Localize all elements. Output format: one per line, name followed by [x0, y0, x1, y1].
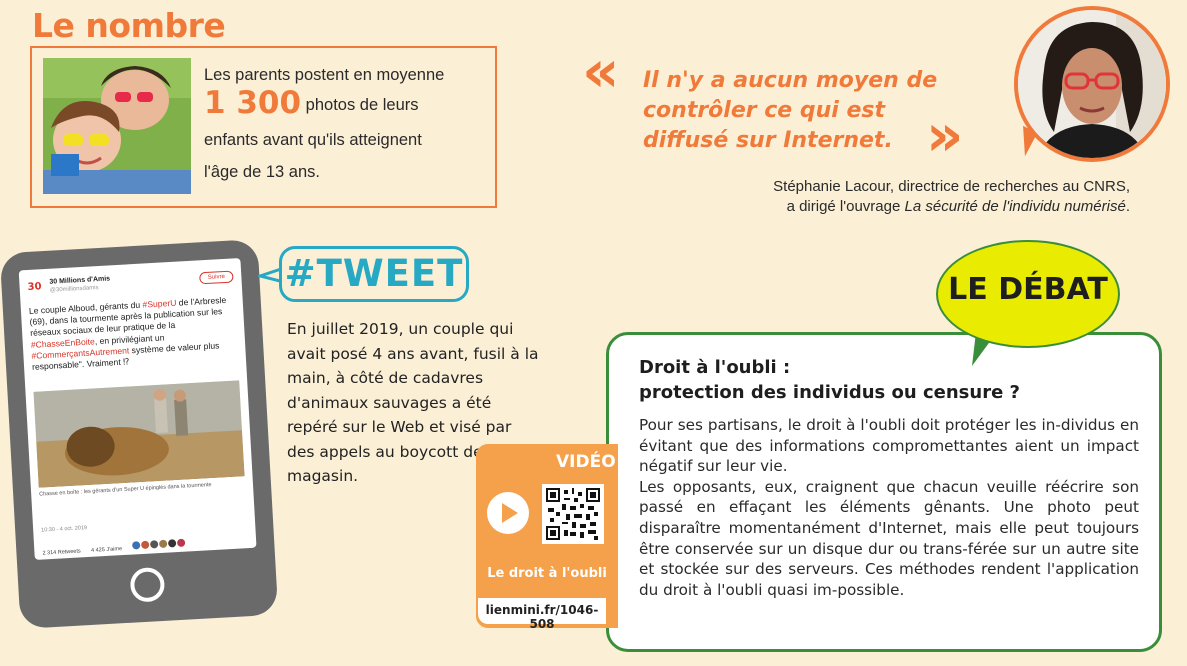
attribution-line-2-prefix: a dirigé l'ouvrage — [786, 198, 905, 215]
qr-code-icon[interactable] — [542, 484, 604, 544]
tweet-screenshot: 30 30 Millions d'Amis @30millionsdamis S… — [18, 258, 257, 561]
avatar — [177, 538, 186, 547]
debat-title-line-2: protection des individus ou censure ? — [639, 382, 1020, 403]
open-quote-mark: « — [582, 37, 620, 105]
tweet-hashtag: #SuperU — [142, 297, 177, 310]
author-portrait — [1014, 6, 1170, 162]
nombre-text: Les parents postent en moyenne 1 300 pho… — [204, 64, 484, 183]
tweet-retweets: 2 314 Retweets — [42, 548, 81, 557]
tweet-follow-button: Suivre — [199, 270, 234, 285]
debat-title-line-1: Droit à l'oubli : — [639, 357, 791, 378]
nombre-line-1: Les parents postent en moyenne — [204, 66, 445, 84]
tablet-home-button-icon — [129, 566, 166, 603]
play-triangle-icon — [502, 503, 518, 523]
nombre-line-3: enfants avant qu'ils atteignent — [204, 131, 422, 149]
nombre-line-2: photos de leurs — [305, 96, 419, 114]
avatar — [159, 539, 168, 548]
close-quote-mark: » — [926, 101, 964, 169]
tweet-heading: #TWEET — [284, 252, 464, 295]
tweet-body: Le couple Alboud, gérants du #SuperU de … — [29, 294, 238, 373]
tweet-likes: 4 425 J'aime — [90, 546, 123, 554]
tablet-illustration: 30 30 Millions d'Amis @30millionsdamis S… — [0, 239, 279, 629]
tweet-account-logo: 30 — [27, 281, 42, 293]
avatar — [132, 540, 141, 550]
tweet-account-name: 30 Millions d'Amis — [49, 275, 111, 286]
debat-body: Pour ses partisans, le droit à l'oubli d… — [639, 415, 1139, 600]
book-title: La sécurité de l'individu numérisé — [904, 198, 1126, 215]
avatar — [141, 540, 150, 549]
avatar — [150, 539, 159, 549]
tweet-photo — [33, 380, 245, 488]
debat-paragraph-partisans: Pour ses partisans, le droit à l'oubli d… — [639, 416, 1139, 476]
nombre-highlight: 1 300 — [204, 85, 302, 121]
debat-paragraph-opposants: Les opposants, eux, craignent que chacun… — [639, 477, 1139, 599]
quote-text: Il n'y a aucun moyen de contrôler ce qui… — [643, 68, 938, 153]
video-link[interactable]: lienmini.fr/1046-508 — [478, 603, 606, 631]
debat-heading: LE DÉBAT — [948, 272, 1108, 307]
video-label: VIDÉO — [556, 452, 616, 472]
attribution-line-2-suffix: . — [1125, 198, 1130, 215]
debat-title: Droit à l'oubli : protection des individ… — [639, 355, 1139, 405]
children-photo — [43, 58, 191, 194]
attribution-line-1: Stéphanie Lacour, directrice de recherch… — [773, 178, 1130, 195]
nombre-line-4: l'âge de 13 ans. — [204, 163, 320, 181]
tweet-account-handle: @30millionsdamis — [49, 285, 99, 294]
tweet-stats: 2 314 Retweets 4 425 J'aime — [42, 530, 248, 557]
tweet-timestamp: 10:30 - 4 oct. 2019 — [41, 525, 88, 534]
avatar — [168, 538, 177, 548]
nombre-heading: Le nombre — [32, 6, 226, 45]
quote-attribution: Stéphanie Lacour, directrice de recherch… — [600, 177, 1130, 217]
video-caption: Le droit à l'oubli — [487, 566, 607, 581]
